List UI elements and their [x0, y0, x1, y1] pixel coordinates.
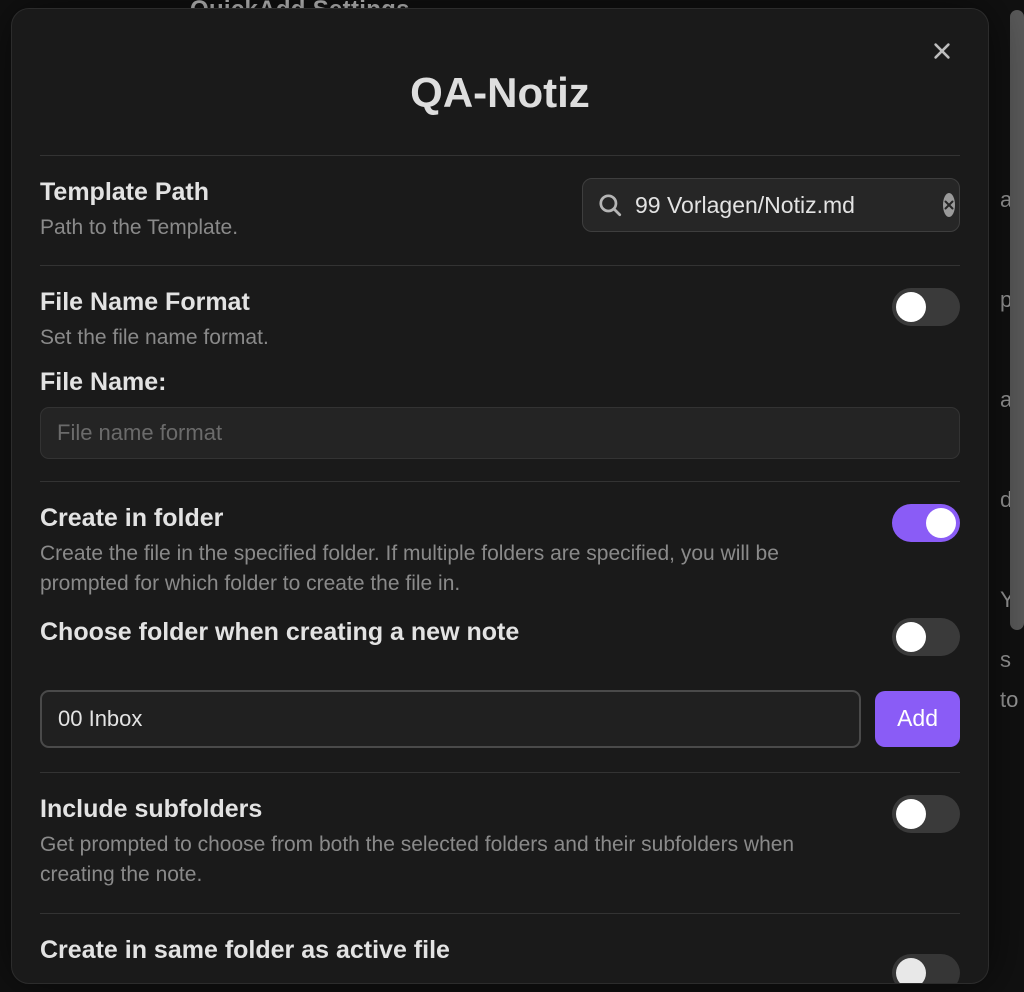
- template-path-input-wrap: [582, 178, 960, 232]
- close-button[interactable]: [928, 37, 956, 65]
- choose-folder-toggle[interactable]: [892, 618, 960, 656]
- same-folder-heading: Create in same folder as active file: [40, 936, 872, 965]
- choose-folder-heading: Choose folder when creating a new note: [40, 618, 872, 647]
- file-name-input[interactable]: [40, 407, 960, 459]
- add-folder-button[interactable]: Add: [875, 691, 960, 747]
- clear-input-button[interactable]: [943, 193, 955, 217]
- file-name-format-heading: File Name Format: [40, 288, 872, 317]
- create-in-folder-desc: Create the file in the specified folder.…: [40, 539, 872, 600]
- file-name-format-desc: Set the file name format.: [40, 323, 872, 353]
- settings-modal: QA-Notiz Template Path Path to the Templ…: [11, 8, 989, 984]
- template-path-input[interactable]: [635, 192, 931, 219]
- template-path-heading: Template Path: [40, 178, 562, 207]
- close-icon: [931, 40, 953, 62]
- same-folder-toggle[interactable]: [892, 954, 960, 984]
- modal-title: QA-Notiz: [40, 9, 960, 156]
- include-subfolders-desc: Get prompted to choose from both the sel…: [40, 830, 872, 891]
- scrollbar[interactable]: [1010, 10, 1024, 630]
- include-subfolders-toggle[interactable]: [892, 795, 960, 833]
- file-name-sublabel: File Name:: [40, 368, 960, 397]
- folder-input[interactable]: [40, 690, 861, 748]
- include-subfolders-heading: Include subfolders: [40, 795, 872, 824]
- file-name-format-toggle[interactable]: [892, 288, 960, 326]
- create-in-folder-heading: Create in folder: [40, 504, 872, 533]
- template-path-desc: Path to the Template.: [40, 213, 562, 243]
- search-icon: [597, 192, 623, 218]
- create-in-folder-toggle[interactable]: [892, 504, 960, 542]
- x-icon: [943, 199, 955, 211]
